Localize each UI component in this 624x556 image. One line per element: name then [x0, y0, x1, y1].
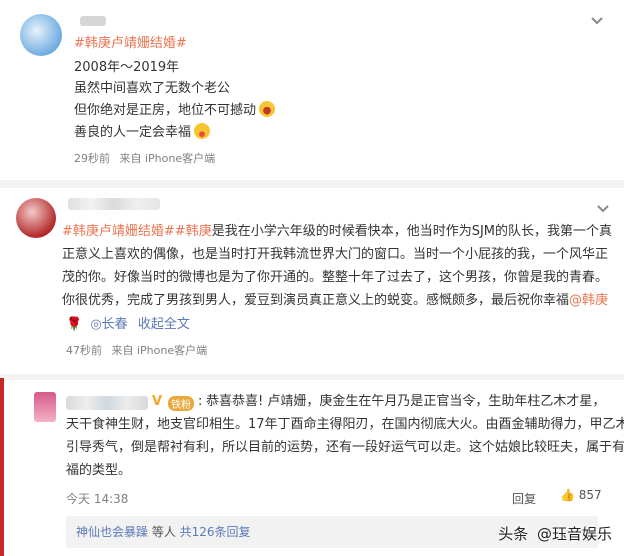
reply-username[interactable]: 神仙也会暴躁 — [76, 525, 148, 539]
watermark: 头条 @珏音娱乐 — [498, 523, 612, 544]
location-pin-icon: ◎ — [90, 317, 102, 332]
source: 来自 iPhone客户端 — [111, 344, 208, 357]
colon: : — [198, 394, 203, 409]
like-count: 857 — [578, 488, 602, 502]
hashtag[interactable]: #韩庚卢靖姗结婚# — [62, 224, 175, 239]
timestamp: 29秒前 — [74, 152, 110, 165]
blushing-emoji-icon — [194, 123, 211, 139]
comment-text: 但你绝对是正房，地位不可撼动 — [74, 103, 257, 118]
comment-text-line: 恭喜恭喜! 卢靖姗，庚金生在午月乃是正官当令，生助年柱乙木才星， — [206, 394, 606, 409]
timestamp: 47秒前 — [66, 344, 102, 357]
laughing-emoji-icon — [259, 101, 276, 117]
replies-total-link[interactable]: 共126条回复 — [180, 525, 251, 539]
rose-icon: 🌹 — [66, 317, 83, 332]
hashtag[interactable]: #韩庚 — [175, 224, 212, 239]
username-blurred[interactable] — [80, 16, 106, 26]
replies-summary-text: 神仙也会暴躁 等人 共126条回复 — [76, 522, 251, 542]
comment-meta: 47秒前 来自 iPhone客户端 — [66, 342, 207, 358]
thumbs-up-icon: 👍 — [560, 488, 575, 502]
comment-text-line: 你很优秀，完成了男孩到男人，爱豆到演员真正意义上的蜕变。感慨颇多，最后祝你幸福@… — [62, 291, 608, 311]
avatar[interactable] — [34, 392, 56, 422]
location-label[interactable]: 长春 — [102, 317, 128, 332]
reply-button[interactable]: 回复 — [512, 490, 536, 507]
watermark-account: @珏音娱乐 — [536, 525, 612, 543]
location-row: 🌹 ◎长春 收起全文 — [66, 315, 190, 335]
verified-badge: V — [152, 394, 163, 409]
hashtag[interactable]: #韩庚卢靖姗结婚# — [74, 36, 187, 51]
replies-connector: 等人 — [148, 525, 180, 539]
chevron-down-icon[interactable] — [590, 16, 604, 26]
username-blurred[interactable] — [66, 396, 148, 410]
comment-text-line: 但你绝对是正房，地位不可撼动 — [74, 101, 276, 121]
divider — [0, 180, 624, 188]
source: 来自 iPhone客户端 — [119, 152, 216, 165]
comment-text-line: #韩庚卢靖姗结婚##韩庚是我在小学六年级的时候看快本，他当时作为SJM的队长，我… — [62, 222, 612, 242]
comment-text-line: 2008年～2019年 — [74, 60, 180, 75]
comment-text-line: 正意义上喜欢的偶像，也是当时打开我韩流世界大门的窗口。当时一个小屁孩的我，一个风… — [62, 247, 609, 262]
fan-level-badge: 铁粉 — [168, 396, 194, 411]
comment-text-line: 善良的人一定会幸福 — [74, 123, 211, 143]
comment-text-line: 天干食神生财，地支官印相生。17年丁酉命主得阳刃，在国内彻底大火。由酉金辅助得力… — [66, 417, 624, 432]
comment-text: 是我在小学六年级的时候看快本，他当时作为SJM的队长，我第一个真 — [211, 224, 613, 239]
hashtag-link[interactable]: #韩庚卢靖姗结婚# — [74, 34, 187, 54]
chevron-down-icon[interactable] — [596, 204, 610, 214]
comment-meta: 29秒前 来自 iPhone客户端 — [74, 150, 215, 166]
username-blurred[interactable] — [68, 198, 160, 210]
comment-2: #韩庚卢靖姗结婚##韩庚是我在小学六年级的时候看快本，他当时作为SJM的队长，我… — [0, 188, 624, 368]
comment-1: #韩庚卢靖姗结婚# 2008年～2019年 虽然中间喜欢了无数个老公 但你绝对是… — [0, 0, 624, 180]
avatar[interactable] — [16, 198, 56, 238]
comment-text-line: 茂的你。好像当时的微博也是为了你开通的。整整十年了过去了，这个男孩，你曾是我的青… — [62, 270, 609, 285]
comment-text: 你很优秀，完成了男孩到男人，爱豆到演员真正意义上的蜕变。感慨颇多，最后祝你幸福 — [62, 293, 570, 308]
comment-text-line: 福的类型。 — [66, 463, 132, 478]
like-button[interactable]: 👍 857 — [560, 488, 602, 502]
avatar[interactable] — [20, 14, 62, 56]
mention-link[interactable]: @韩庚 — [569, 293, 608, 308]
timestamp: 今天 14:38 — [66, 492, 129, 506]
collapse-link[interactable]: 收起全文 — [138, 317, 190, 332]
comment-text-line: 虽然中间喜欢了无数个老公 — [74, 81, 231, 96]
comment-text: 善良的人一定会幸福 — [74, 125, 192, 140]
watermark-platform: 头条 — [498, 525, 529, 543]
comment-text-line: 引导秀气，倒是帮衬有利，所以目前的运势，还有一段好运气可以走。这个姑娘比较旺夫，… — [66, 440, 624, 455]
